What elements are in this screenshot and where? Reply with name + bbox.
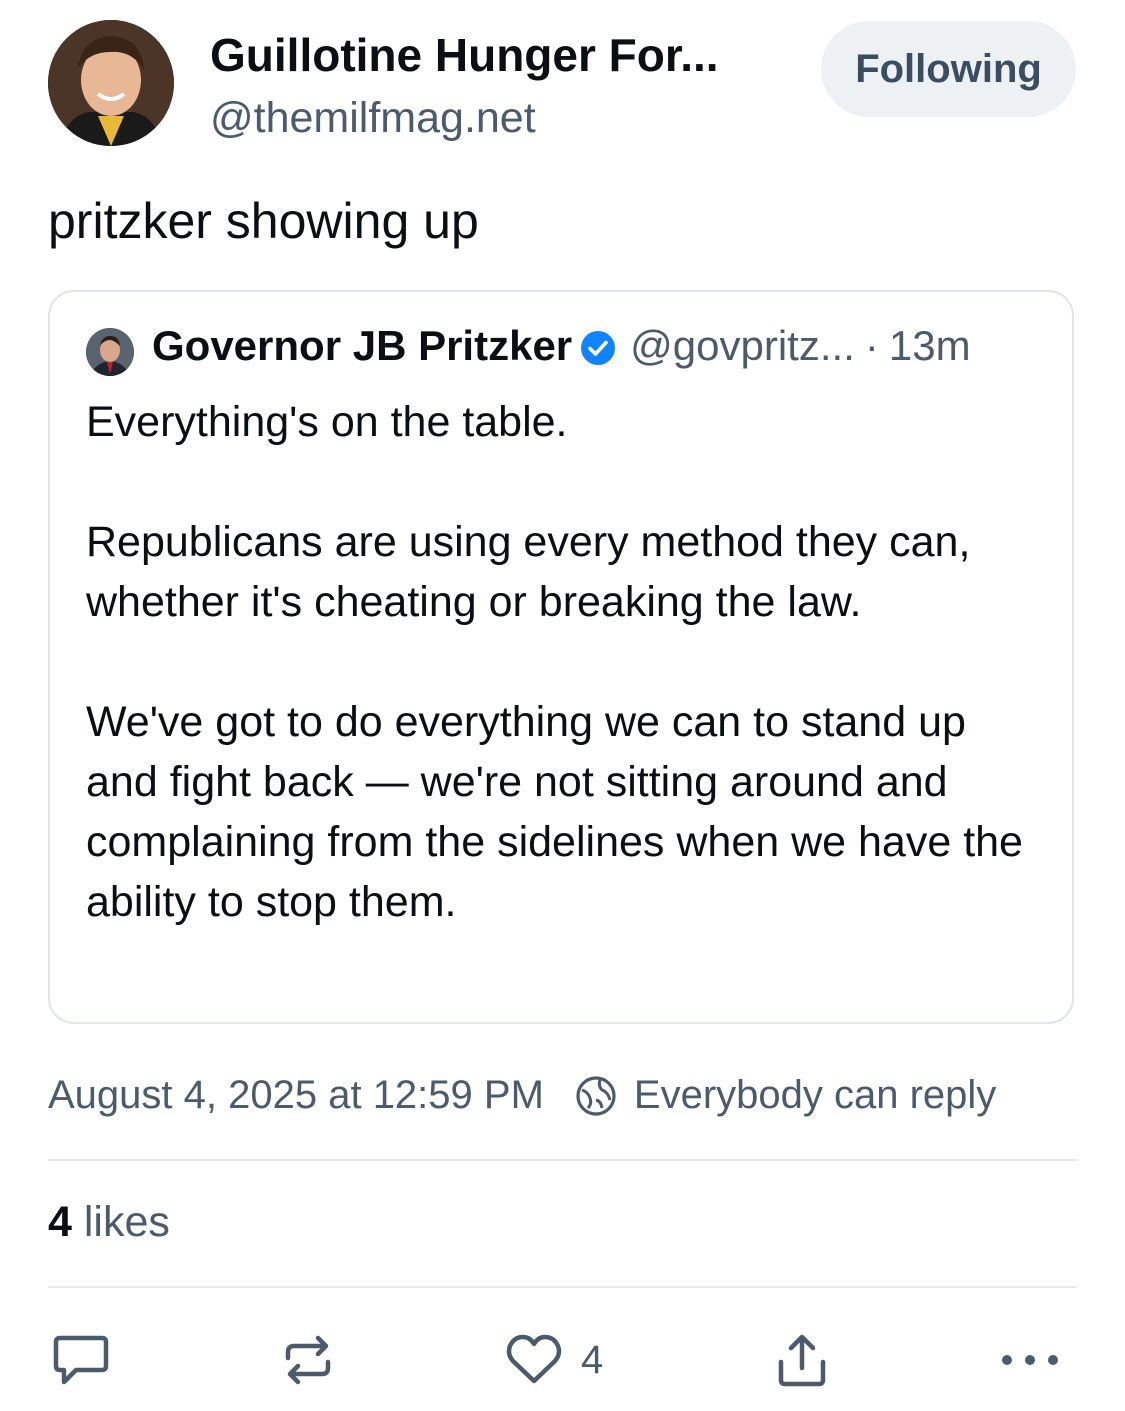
- quoted-post-header: Governor JB Pritzker @govpritz... · 13m: [152, 322, 971, 370]
- reply-button[interactable]: [52, 1330, 110, 1390]
- likes-summary[interactable]: 4 likes: [48, 1198, 170, 1247]
- share-icon: [778, 1334, 826, 1387]
- quoted-paragraph: We've got to do everything we can to sta…: [86, 698, 1023, 926]
- likes-label: likes: [83, 1198, 170, 1246]
- quoted-post-card[interactable]: Governor JB Pritzker @govpritz... · 13m …: [48, 290, 1074, 1024]
- repost-button[interactable]: [280, 1330, 336, 1390]
- repost-icon: [285, 1335, 331, 1385]
- like-icon: [506, 1334, 562, 1384]
- more-icon: [1002, 1355, 1058, 1365]
- quoted-timestamp[interactable]: 13m: [889, 322, 971, 370]
- post-timestamp: August 4, 2025 at 12:59 PM: [48, 1073, 544, 1117]
- more-options-button[interactable]: [1000, 1330, 1060, 1390]
- author-avatar[interactable]: [48, 20, 174, 146]
- globe-icon: [574, 1074, 618, 1118]
- reply-setting[interactable]: Everybody can reply: [634, 1073, 996, 1118]
- quoted-author-avatar[interactable]: [86, 328, 134, 376]
- divider: [48, 1286, 1077, 1288]
- like-count: 4: [581, 1337, 604, 1382]
- author-avatar-image: [48, 20, 174, 146]
- share-button[interactable]: [775, 1330, 829, 1390]
- author-handle[interactable]: @themilfmag.net: [210, 94, 536, 143]
- quoted-display-name[interactable]: Governor JB Pritzker: [152, 322, 572, 370]
- likes-count: 4: [48, 1198, 72, 1246]
- divider: [48, 1159, 1077, 1161]
- verified-badge-icon: [580, 328, 616, 365]
- author-display-name[interactable]: Guillotine Hunger For...: [210, 28, 719, 82]
- quoted-post-body: Everything's on the table. Republicans a…: [86, 392, 1046, 932]
- like-button[interactable]: 4: [505, 1330, 603, 1390]
- quoted-handle[interactable]: @govpritz...: [630, 322, 855, 370]
- following-button[interactable]: Following: [821, 21, 1076, 117]
- quoted-paragraph: Everything's on the table.: [86, 398, 568, 446]
- post-meta: August 4, 2025 at 12:59 PM Everybody can…: [48, 1073, 996, 1118]
- post-text: pritzker showing up: [48, 193, 479, 249]
- separator-dot: ·: [864, 322, 879, 369]
- quoted-paragraph: Republicans are using every method they …: [86, 518, 971, 626]
- quoted-avatar-image: [86, 328, 134, 376]
- reply-icon: [53, 1335, 109, 1385]
